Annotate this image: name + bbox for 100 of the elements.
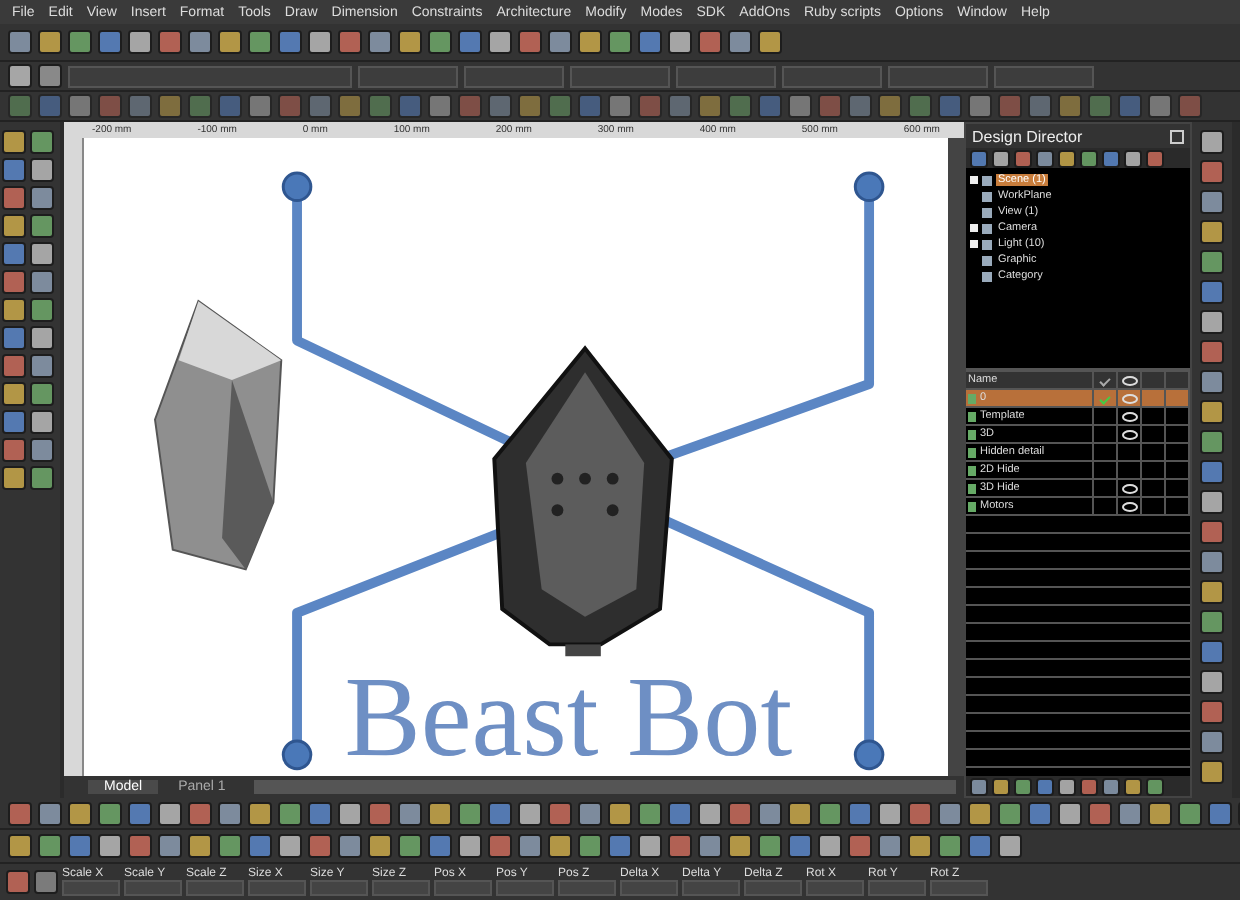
tool-icon[interactable] — [518, 801, 542, 825]
tool-icon[interactable] — [638, 834, 662, 858]
tool-icon[interactable] — [128, 834, 152, 858]
tool-icon[interactable] — [30, 214, 54, 238]
tool-icon[interactable] — [818, 801, 842, 825]
tool-icon[interactable] — [38, 64, 62, 88]
tool-icon[interactable] — [608, 94, 632, 118]
tool-icon[interactable] — [908, 834, 932, 858]
tool-icon[interactable] — [158, 94, 182, 118]
tool-icon[interactable] — [518, 834, 542, 858]
tool-icon[interactable] — [728, 801, 752, 825]
tool-icon[interactable] — [878, 801, 902, 825]
input-field[interactable] — [186, 880, 244, 896]
tool-icon[interactable] — [38, 834, 62, 858]
tool-icon[interactable] — [368, 30, 392, 54]
tool-icon[interactable] — [938, 801, 962, 825]
tool-icon[interactable] — [518, 94, 542, 118]
tool-icon[interactable] — [1200, 760, 1224, 784]
tool-icon[interactable] — [248, 801, 272, 825]
tool-icon[interactable] — [1200, 310, 1224, 334]
tool-icon[interactable] — [818, 834, 842, 858]
tool-icon[interactable] — [30, 186, 54, 210]
tool-icon[interactable] — [68, 30, 92, 54]
tool-icon[interactable] — [1200, 640, 1224, 664]
tool-icon[interactable] — [1200, 700, 1224, 724]
tool-icon[interactable] — [1200, 550, 1224, 574]
tool-icon[interactable] — [578, 834, 602, 858]
tool-icon[interactable] — [368, 801, 392, 825]
tool-icon[interactable] — [1088, 801, 1112, 825]
tool-icon[interactable] — [698, 834, 722, 858]
tool-icon[interactable] — [1178, 801, 1202, 825]
tool-icon[interactable] — [968, 834, 992, 858]
tool-icon[interactable] — [1200, 190, 1224, 214]
tool-icon[interactable] — [38, 801, 62, 825]
tool-icon[interactable] — [1200, 580, 1224, 604]
tool-icon[interactable] — [1200, 430, 1224, 454]
tool-icon[interactable] — [68, 834, 92, 858]
tool-icon[interactable] — [428, 801, 452, 825]
dropdown-field[interactable] — [676, 65, 776, 87]
tool-icon[interactable] — [758, 834, 782, 858]
tool-icon[interactable] — [98, 834, 122, 858]
eye-icon[interactable] — [1121, 501, 1137, 511]
tool-icon[interactable] — [608, 834, 632, 858]
tool-icon[interactable] — [548, 834, 572, 858]
input-field[interactable] — [558, 880, 616, 896]
tool-icon[interactable] — [758, 30, 782, 54]
tool-icon[interactable] — [1200, 130, 1224, 154]
input-field[interactable] — [62, 880, 120, 896]
tool-icon[interactable] — [1200, 460, 1224, 484]
tool-icon[interactable] — [8, 801, 32, 825]
tool-icon[interactable] — [1200, 490, 1224, 514]
tool-icon[interactable] — [30, 410, 54, 434]
tool-icon[interactable] — [2, 186, 26, 210]
tool-icon[interactable] — [368, 834, 392, 858]
tool-icon[interactable] — [2, 158, 26, 182]
scroll-bar[interactable] — [253, 780, 956, 794]
tool-icon[interactable] — [578, 30, 602, 54]
tool-icon[interactable] — [1058, 94, 1082, 118]
tool-icon[interactable] — [1200, 730, 1224, 754]
input-field[interactable] — [620, 880, 678, 896]
input-field[interactable] — [682, 880, 740, 896]
tool-icon[interactable] — [68, 94, 92, 118]
tool-icon[interactable] — [158, 834, 182, 858]
dropdown-field[interactable] — [994, 65, 1094, 87]
tool-icon[interactable] — [1200, 400, 1224, 424]
tool-icon[interactable] — [30, 466, 54, 490]
tool-icon[interactable] — [188, 30, 212, 54]
tool-icon[interactable] — [2, 354, 26, 378]
input-field[interactable] — [806, 880, 864, 896]
tool-icon[interactable] — [2, 242, 26, 266]
eye-icon[interactable] — [1121, 429, 1137, 439]
tool-icon[interactable] — [30, 130, 54, 154]
input-field[interactable] — [496, 880, 554, 896]
tool-icon[interactable] — [878, 94, 902, 118]
tool-icon[interactable] — [2, 410, 26, 434]
tool-icon[interactable] — [458, 834, 482, 858]
tool-icon[interactable] — [758, 801, 782, 825]
tool-icon[interactable] — [428, 94, 452, 118]
input-field[interactable] — [248, 880, 306, 896]
tool-icon[interactable] — [38, 30, 62, 54]
tool-icon[interactable] — [1200, 610, 1224, 634]
tool-icon[interactable] — [30, 354, 54, 378]
tool-icon[interactable] — [488, 801, 512, 825]
tool-icon[interactable] — [338, 801, 362, 825]
dropdown-field[interactable] — [358, 65, 458, 87]
tool-icon[interactable] — [938, 834, 962, 858]
tool-icon[interactable] — [698, 94, 722, 118]
tool-icon[interactable] — [30, 326, 54, 350]
tool-icon[interactable] — [1200, 220, 1224, 244]
tool-icon[interactable] — [1028, 801, 1052, 825]
eye-icon[interactable] — [1121, 483, 1137, 493]
tool-icon[interactable] — [2, 438, 26, 462]
tool-icon[interactable] — [788, 801, 812, 825]
tool-icon[interactable] — [698, 30, 722, 54]
tool-icon[interactable] — [218, 834, 242, 858]
tool-icon[interactable] — [278, 30, 302, 54]
tool-icon[interactable] — [2, 326, 26, 350]
input-field[interactable] — [744, 880, 802, 896]
tool-icon[interactable] — [728, 30, 752, 54]
tool-icon[interactable] — [158, 30, 182, 54]
